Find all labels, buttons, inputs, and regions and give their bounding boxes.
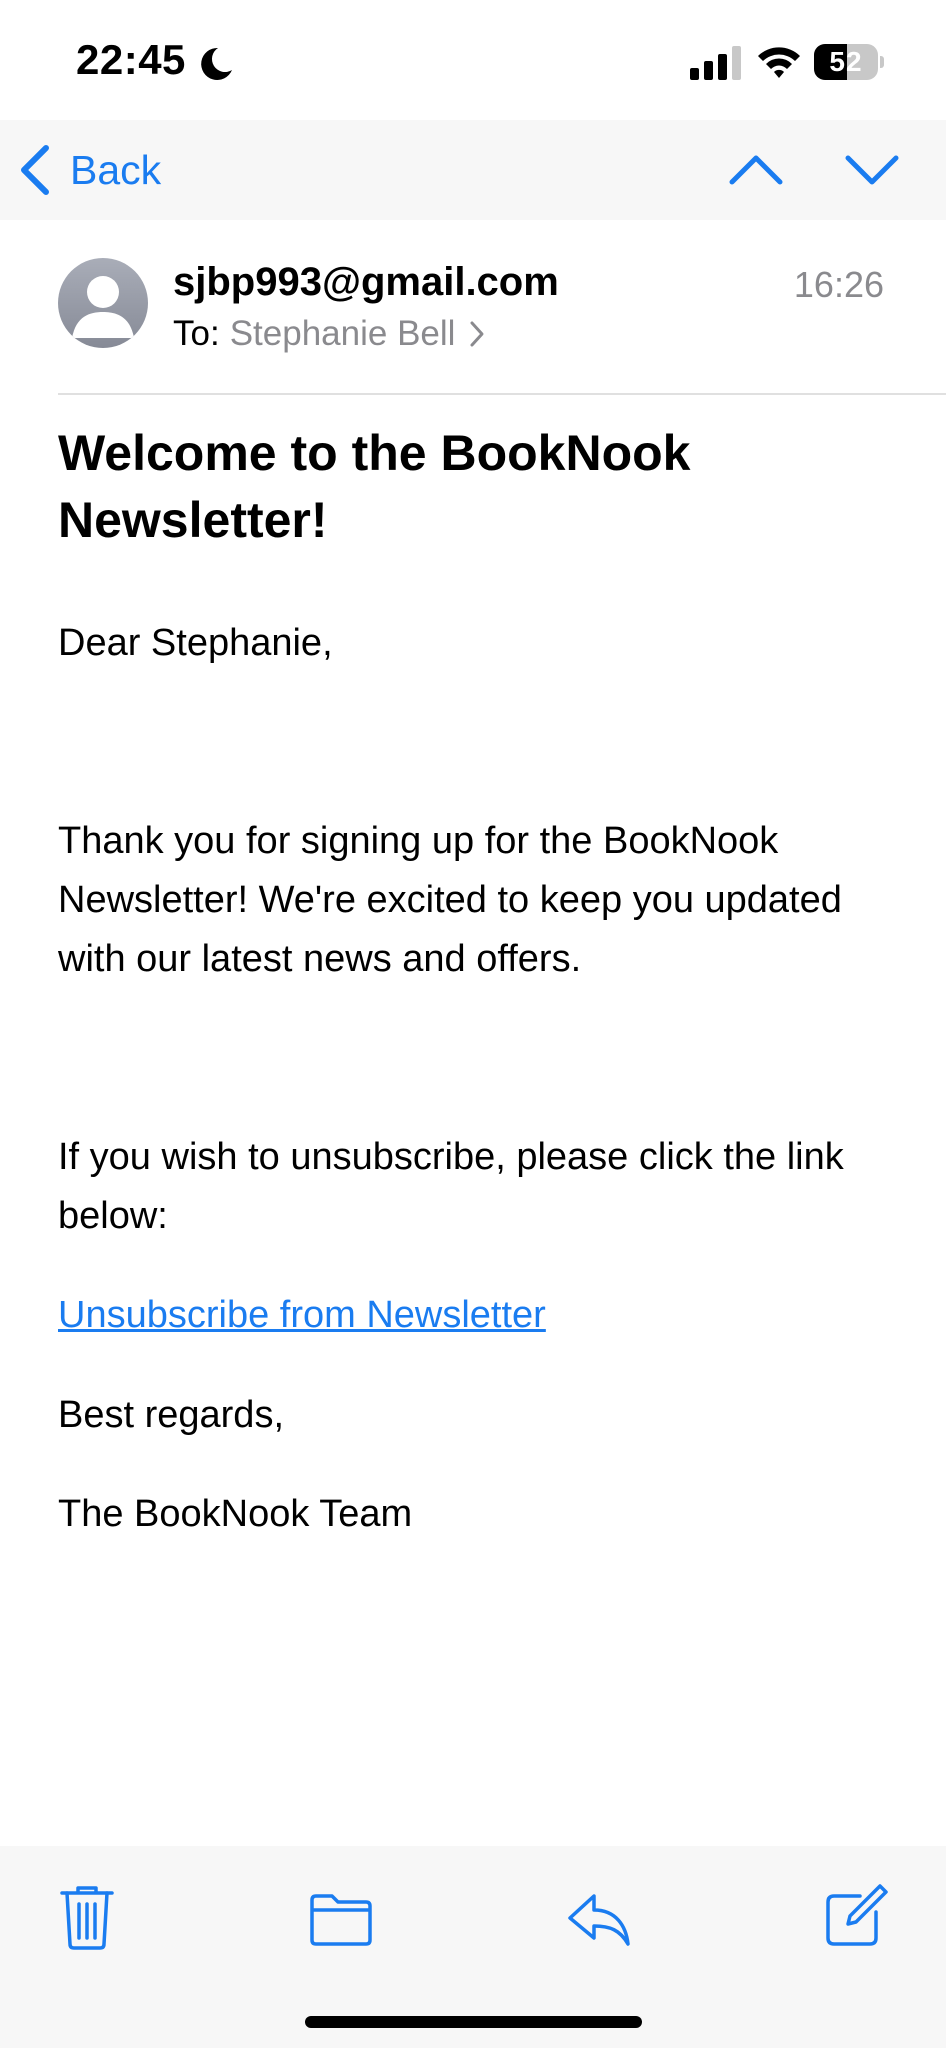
compose-icon[interactable] [820, 1882, 890, 1952]
status-time: 22:45 [76, 36, 186, 83]
back-label: Back [70, 146, 162, 193]
trash-icon[interactable] [52, 1882, 122, 1952]
header-divider [58, 393, 946, 395]
email-closing: Best regards, [58, 1394, 284, 1436]
battery-level: 52 [829, 46, 863, 77]
chevron-right-icon [470, 321, 484, 347]
bottom-toolbar [0, 1846, 946, 2048]
reply-icon[interactable] [564, 1882, 634, 1952]
recipient-name: Stephanie Bell [229, 314, 456, 353]
email-paragraph: Thank you for signing up for the BookNoo… [58, 820, 842, 980]
to-label: To: [173, 314, 220, 353]
moon-icon [201, 47, 232, 80]
email-paragraph: If you wish to unsubscribe, please click… [58, 1136, 844, 1237]
back-button[interactable]: Back [18, 138, 161, 202]
unsubscribe-link[interactable]: Unsubscribe from Newsletter [58, 1286, 546, 1345]
avatar[interactable] [58, 258, 148, 348]
sender-address[interactable]: sjbp993@gmail.com [173, 260, 559, 305]
person-icon [58, 258, 148, 348]
mail-message-screen: 22:45 52 Back sjbp993@gmail.com 16:26 To… [0, 0, 946, 2048]
battery-tip [880, 56, 884, 68]
signal-icon [690, 46, 741, 80]
home-indicator[interactable] [305, 2016, 642, 2028]
nav-bar: Back [0, 120, 946, 220]
email-greeting: Dear Stephanie, [58, 622, 333, 664]
battery-body: 52 [814, 44, 878, 80]
chevron-up-icon[interactable] [726, 140, 786, 200]
folder-icon[interactable] [306, 1882, 376, 1952]
email-signature: The BookNook Team [58, 1493, 413, 1535]
chevron-down-icon[interactable] [842, 140, 902, 200]
battery-icon: 52 [814, 44, 884, 80]
message-time: 16:26 [793, 264, 884, 305]
status-bar: 22:45 52 [0, 0, 946, 120]
wifi-icon [758, 47, 800, 78]
recipient-line[interactable]: To: Stephanie Bell [173, 314, 485, 354]
email-subject: Welcome to the BookNook Newsletter! [58, 425, 691, 548]
chevron-left-icon [21, 145, 49, 195]
